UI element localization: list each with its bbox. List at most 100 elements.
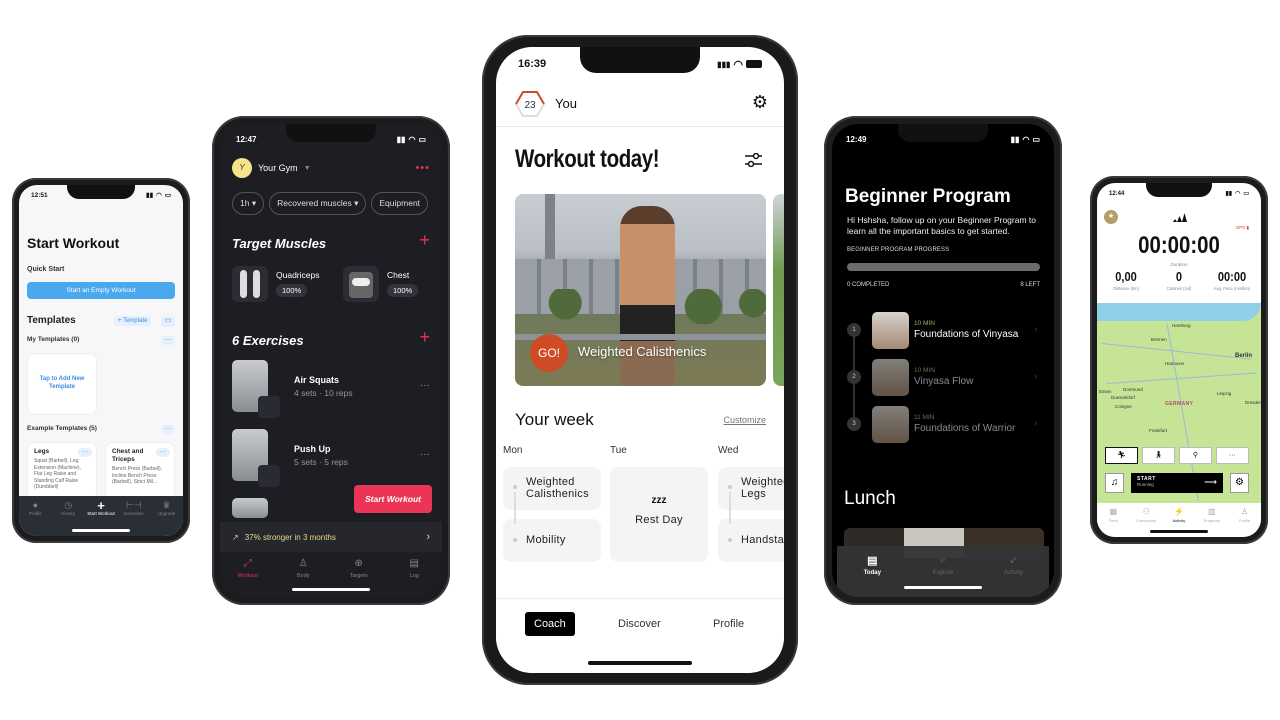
example-templates-label: Example Templates (5) [27, 425, 97, 432]
filter-icon[interactable] [745, 153, 762, 167]
filter-equipment[interactable]: Equipment [371, 192, 429, 215]
tab-label: Progress [1203, 518, 1220, 523]
add-template-button[interactable]: + Template [114, 316, 152, 326]
start-button[interactable]: START Running ⟶ [1131, 473, 1223, 493]
strength-text: 37% stronger in 3 months [244, 532, 336, 542]
week-item[interactable]: Weighted Legs [718, 467, 784, 510]
tab-profile[interactable]: ♙ Profile [1230, 507, 1260, 537]
nav-coach[interactable]: Coach [525, 612, 575, 636]
next-workout-card[interactable] [773, 194, 784, 386]
start-empty-workout-button[interactable]: Start an Empty Workout [27, 282, 175, 299]
map-city: Frankfurt [1149, 428, 1168, 433]
lesson-name[interactable]: Foundations of Vinyasa [914, 329, 1018, 340]
settings-button[interactable]: ⚙ [1230, 473, 1249, 493]
nav-discover[interactable]: Discover [609, 612, 670, 636]
exercise-image [232, 429, 280, 487]
nav-profile[interactable]: Profile [704, 612, 753, 636]
music-button[interactable]: ♫ [1105, 473, 1124, 493]
more-icon[interactable]: … [156, 447, 170, 457]
activity-cycling[interactable]: ⚲ [1179, 447, 1212, 464]
trend-icon: ↗ [232, 532, 239, 542]
strength-banner[interactable]: ↗ 37% stronger in 3 months › [220, 522, 442, 552]
add-template-card[interactable]: Tap to Add New Template [27, 353, 97, 415]
tab-label: Community [1136, 518, 1157, 523]
screen: 12:49 ▮▮ ◠ ▭ Beginner Program Hi Hshsha, f… [832, 124, 1054, 597]
tab-today[interactable]: ▤ Today [847, 554, 897, 597]
activity-walking[interactable]: 🚶︎ [1142, 447, 1175, 464]
muscle-item[interactable]: Quadriceps 100% [232, 266, 319, 302]
exercise-row[interactable]: Air Squats 4 sets · 10 reps [232, 360, 353, 418]
tab-upgrade[interactable]: ♛ Upgrade [152, 500, 182, 536]
tab-activity[interactable]: ✓ Activity [989, 554, 1039, 597]
lesson-thumbnail[interactable] [872, 359, 909, 396]
exercise-image [232, 498, 268, 518]
add-muscle-button[interactable]: + [419, 230, 430, 251]
lesson-name[interactable]: Vinyasa Flow [914, 376, 973, 387]
template-title: Chest and Triceps [112, 448, 144, 463]
template-title: Legs [34, 448, 50, 455]
start-workout-button[interactable]: Start Workout [354, 485, 432, 513]
chevron-right-icon[interactable]: › [1034, 371, 1037, 382]
folder-icon[interactable]: ▭ [161, 316, 175, 327]
customize-link[interactable]: Customize [723, 415, 766, 425]
more-icon[interactable]: … [161, 424, 175, 434]
template-card[interactable]: Chest and Triceps Bench Press (Barbell),… [105, 442, 175, 502]
page-title: Start Workout [27, 235, 120, 251]
gear-icon[interactable]: ⚙ [752, 92, 768, 113]
activity-more[interactable]: ··· [1216, 447, 1249, 464]
rest-day-card[interactable]: zzz Rest Day [610, 467, 708, 562]
exercise-detail: 4 sets · 10 reps [294, 387, 353, 398]
lesson-thumbnail[interactable] [872, 406, 909, 443]
tab-targets[interactable]: ⊕ Targets [339, 558, 379, 597]
more-icon[interactable]: ··· [420, 449, 430, 460]
tab-feed[interactable]: ▦ Feed [1098, 507, 1128, 537]
tab-log[interactable]: ▤ Log [394, 558, 434, 597]
week-item[interactable]: Mobility [503, 519, 601, 562]
status-icons: ▮▮ ◠ ▭ [1011, 135, 1040, 144]
dot [513, 485, 517, 489]
add-exercise-button[interactable]: + [419, 327, 430, 348]
star-badge-icon[interactable]: ★ [1104, 210, 1118, 224]
muscle-pct: 100% [276, 284, 308, 297]
tab-label: Start Workout [87, 511, 115, 516]
week-item[interactable]: Weighted Calisthenics [503, 467, 601, 510]
chevron-right-icon[interactable]: › [1034, 418, 1037, 429]
muscle-pct: 100% [387, 284, 419, 297]
signal-icon: ▮▮ [1225, 191, 1233, 197]
go-button[interactable]: GO! [530, 334, 568, 372]
lesson-duration: 11 MIN [914, 414, 935, 421]
chevron-right-icon[interactable]: › [1034, 324, 1037, 335]
dot [513, 538, 517, 542]
level-badge[interactable]: 23 [515, 91, 545, 117]
filter-duration[interactable]: 1h ▾ [232, 192, 265, 215]
header: 23 You ⚙ [496, 87, 784, 127]
page-title: Workout today! [515, 145, 660, 173]
exercise-row[interactable]: Push Up 5 sets · 5 reps [232, 429, 348, 487]
muscle-item[interactable]: Chest 100% [343, 266, 419, 302]
tab-label: Activity [1172, 518, 1186, 523]
week-item[interactable]: Handstand [718, 519, 784, 562]
more-icon[interactable]: ••• [415, 162, 430, 174]
tab-label: Targets [349, 573, 368, 579]
workout-hero-card[interactable]: GO! Weighted Calisthenics [515, 194, 766, 386]
more-icon[interactable]: ··· [420, 380, 430, 391]
lesson-thumbnail[interactable] [872, 312, 909, 349]
tab-workout[interactable]: ⤢ Workout [228, 558, 268, 597]
gym-selector[interactable]: Y Your Gym ▼ [232, 158, 311, 178]
tab-explore[interactable]: ⌕ Explore [918, 554, 968, 597]
tab-label: Body [296, 573, 310, 579]
template-card[interactable]: Legs Squat (Barbell), Leg Extension (Mac… [27, 442, 97, 502]
more-icon[interactable]: … [161, 335, 175, 345]
more-icon[interactable]: … [78, 447, 92, 457]
template-desc: Squat (Barbell), Leg Extension (Machine)… [34, 458, 81, 490]
week-item-label: Weighted Calisthenics [526, 476, 589, 500]
tab-body[interactable]: ♙ Body [283, 558, 323, 597]
filter-recovered-muscles[interactable]: Recovered muscles ▾ [269, 192, 367, 215]
tab-profile[interactable]: ● Profile [20, 500, 50, 536]
home-indicator [292, 588, 370, 591]
lesson-name[interactable]: Foundations of Warrior [914, 423, 1015, 434]
your-week-heading: Your week [515, 410, 594, 429]
status-time: 12:51 [31, 191, 48, 199]
day-label: Tue [610, 445, 627, 456]
activity-running[interactable]: 🏃︎ [1105, 447, 1138, 464]
